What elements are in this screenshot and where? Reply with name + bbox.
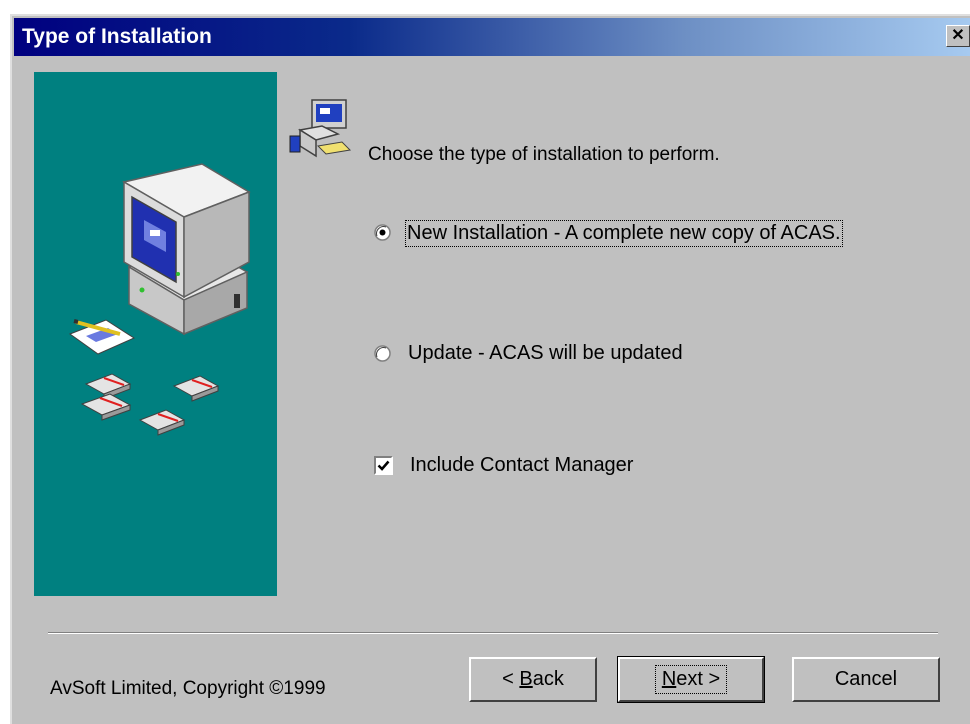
- update-radio[interactable]: [374, 345, 391, 362]
- computer-illustration: [68, 163, 251, 436]
- installation-dialog: Type of Installation ✕ Choose the type o…: [10, 14, 970, 724]
- update-label[interactable]: Update - ACAS will be updated: [408, 342, 683, 365]
- side-panel: [34, 72, 277, 596]
- include-contact-manager-checkbox[interactable]: [374, 456, 393, 475]
- checkmark-icon: [377, 460, 390, 471]
- separator: [48, 632, 938, 634]
- instruction-text: Choose the type of installation to perfo…: [368, 144, 720, 165]
- include-contact-manager-label[interactable]: Include Contact Manager: [410, 454, 633, 477]
- title-bar: Type of Installation ✕: [14, 18, 970, 56]
- back-button[interactable]: < Back: [469, 657, 597, 702]
- next-button[interactable]: Next >: [617, 656, 765, 703]
- close-button[interactable]: ✕: [946, 25, 970, 47]
- copyright-text: AvSoft Limited, Copyright ©1999: [50, 678, 326, 699]
- setup-wizard-icon: [289, 99, 352, 158]
- cancel-button[interactable]: Cancel: [792, 657, 940, 702]
- new-installation-label[interactable]: New Installation - A complete new copy o…: [405, 220, 843, 247]
- new-installation-radio[interactable]: [374, 224, 391, 241]
- window-title: Type of Installation: [22, 25, 212, 48]
- close-icon: ✕: [951, 27, 965, 44]
